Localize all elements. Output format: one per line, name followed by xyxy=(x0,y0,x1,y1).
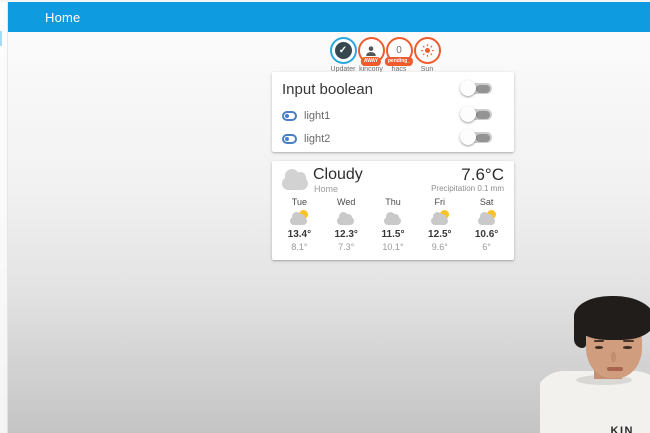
app-header: Home xyxy=(8,2,650,32)
forecast-day-label: Fri xyxy=(434,197,446,207)
person-eyebrow xyxy=(623,340,634,342)
home-assistant-screen: Home ✓ Updater AWAY kincony 0 pending_ h… xyxy=(0,0,650,433)
forecast-day-label: Thu xyxy=(385,197,401,207)
person-mouth xyxy=(607,367,623,371)
forecast-low: 9.6° xyxy=(431,242,448,252)
person-eyebrow xyxy=(594,340,604,342)
shirt-logo-text: KIN xyxy=(610,425,634,433)
forecast-day-thu: Thu 11.5° 10.1° xyxy=(370,197,417,252)
sun-badge-circle[interactable] xyxy=(413,37,441,64)
forecast-day-label: Wed xyxy=(337,197,356,207)
webcam-overlay: KIN xyxy=(540,296,650,433)
browser-left-strip xyxy=(0,2,8,433)
weather-location: Home xyxy=(314,184,339,194)
entity-label-light1: light1 xyxy=(304,110,331,122)
forecast-day-wed: Wed 12.3° 7.3° xyxy=(323,197,370,252)
forecast-low: 10.1° xyxy=(382,242,404,252)
forecast-low: 8.1° xyxy=(291,242,308,252)
forecast-day-sat: Sat 10.6° 6° xyxy=(463,197,510,252)
badge-kincony[interactable]: AWAY kincony xyxy=(357,37,385,73)
forecast-day-fri: Fri 12.5° 9.6° xyxy=(416,197,463,252)
forecast-row: Tue 13.4° 8.1° Wed 12.3° 7.3° Thu 11.5° … xyxy=(276,197,510,252)
forecast-low: 6° xyxy=(482,242,491,252)
forecast-high: 11.5° xyxy=(381,229,405,240)
away-status-pill: AWAY xyxy=(360,57,382,66)
forecast-day-label: Sat xyxy=(479,197,494,207)
weather-condition: Cloudy xyxy=(313,166,363,183)
person-eye xyxy=(623,346,632,349)
toggle-switch-icon xyxy=(282,111,297,121)
badge-row: ✓ Updater AWAY kincony 0 pending_ hacs S… xyxy=(329,37,441,73)
forecast-day-label: Tue xyxy=(291,197,307,207)
forecast-high: 13.4° xyxy=(287,229,312,240)
light1-toggle[interactable] xyxy=(460,106,492,122)
group-toggle[interactable] xyxy=(460,80,492,96)
card-title: Input boolean xyxy=(282,81,373,98)
person-nose xyxy=(611,352,616,362)
entity-label-light2: light2 xyxy=(304,133,331,145)
browser-left-accent xyxy=(0,31,2,46)
forecast-high: 10.6° xyxy=(474,229,499,240)
page-title: Home xyxy=(45,9,81,25)
forecast-low: 7.3° xyxy=(338,242,355,252)
forecast-day-tue: Tue 13.4° 8.1° xyxy=(276,197,323,252)
person-icon xyxy=(366,45,376,56)
forecast-high: 12.5° xyxy=(428,229,452,240)
weather-precipitation: Precipitation 0.1 mm xyxy=(431,184,504,193)
partly-cloudy-icon xyxy=(429,210,451,226)
partly-cloudy-icon xyxy=(288,210,310,226)
sun-icon xyxy=(420,44,434,57)
cloudy-icon xyxy=(282,169,308,190)
weather-temperature: 7.6°C xyxy=(461,165,504,184)
cloudy-icon xyxy=(335,210,357,226)
pending-status-pill: pending_ xyxy=(384,57,414,66)
forecast-high: 12.3° xyxy=(334,229,358,240)
hacs-count: 0 xyxy=(396,45,402,56)
badge-hacs[interactable]: 0 pending_ hacs xyxy=(384,37,414,73)
weather-card[interactable]: Cloudy Home 7.6°C Precipitation 0.1 mm T… xyxy=(272,161,514,260)
check-circle-icon: ✓ xyxy=(334,42,352,59)
updater-badge-circle[interactable]: ✓ xyxy=(329,37,357,64)
badge-sun[interactable]: Sun xyxy=(413,37,441,73)
toggle-switch-icon xyxy=(282,134,297,144)
cloudy-icon xyxy=(382,210,404,226)
person-hair xyxy=(574,296,650,348)
person-eye xyxy=(595,346,603,349)
partly-cloudy-icon xyxy=(476,210,498,226)
light2-toggle[interactable] xyxy=(460,129,492,145)
badge-updater[interactable]: ✓ Updater xyxy=(329,37,357,73)
input-boolean-card: Input boolean light1 light2 xyxy=(272,72,514,152)
